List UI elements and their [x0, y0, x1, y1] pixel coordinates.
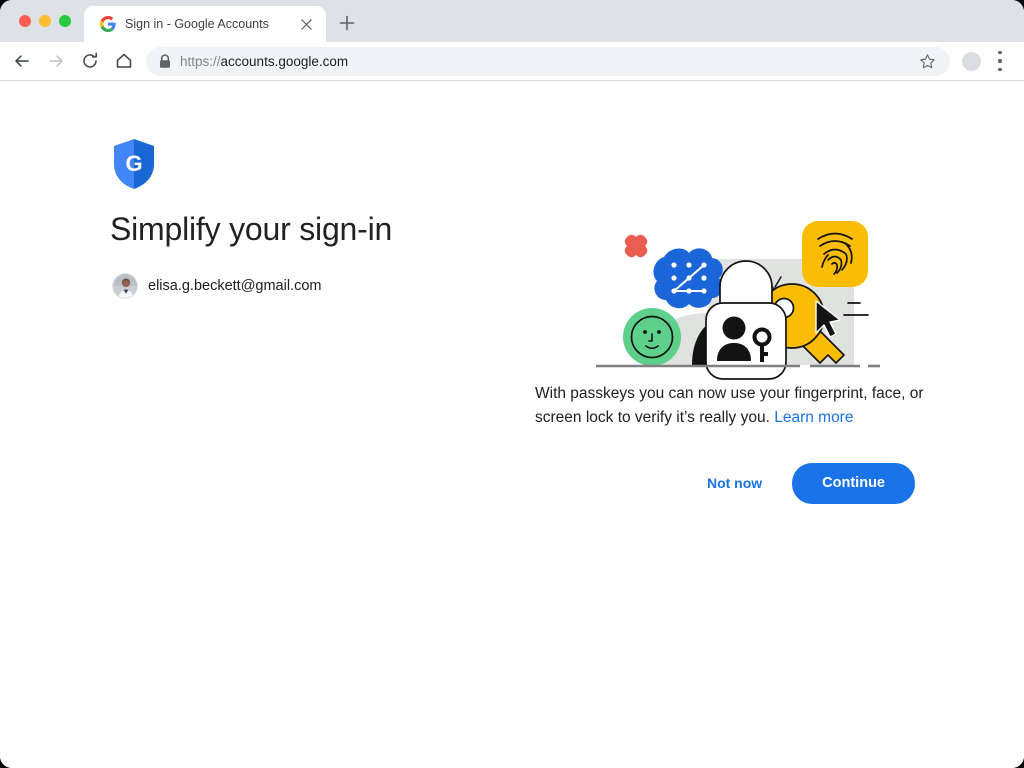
- url-host: accounts.google.com: [221, 54, 349, 69]
- google-g-icon: [100, 16, 116, 32]
- window-controls: [19, 15, 71, 27]
- browser-tab[interactable]: Sign in - Google Accounts: [84, 6, 326, 42]
- three-dots-menu-icon[interactable]: [998, 51, 1002, 71]
- reload-icon[interactable]: [79, 50, 101, 72]
- arrow-right-icon[interactable]: [45, 50, 67, 72]
- account-chip[interactable]: elisa.g.beckett@gmail.com: [112, 273, 321, 299]
- close-icon[interactable]: [299, 17, 314, 32]
- address-bar[interactable]: https://accounts.google.com: [146, 47, 950, 76]
- url-scheme: https://: [180, 54, 221, 69]
- tab-title: Sign in - Google Accounts: [125, 6, 269, 42]
- description-text: With passkeys you can now use your finge…: [535, 385, 924, 426]
- star-icon[interactable]: [919, 53, 936, 70]
- passkeys-description: With passkeys you can now use your finge…: [535, 382, 935, 430]
- window-zoom-button[interactable]: [59, 15, 71, 27]
- svg-text:G: G: [125, 151, 142, 176]
- browser-window: Sign in - Google Accounts: [0, 0, 1024, 768]
- arrow-left-icon[interactable]: [11, 50, 33, 72]
- not-now-button[interactable]: Not now: [699, 465, 770, 501]
- browser-toolbar: https://accounts.google.com: [0, 42, 1024, 81]
- window-minimize-button[interactable]: [39, 15, 51, 27]
- profile-avatar-icon[interactable]: [962, 52, 981, 71]
- continue-button[interactable]: Continue: [792, 463, 915, 504]
- page-title: Simplify your sign-in: [110, 211, 392, 248]
- home-icon[interactable]: [113, 50, 135, 72]
- page-content: G Simplify your sign-in: [0, 81, 1024, 768]
- learn-more-link[interactable]: Learn more: [774, 409, 853, 426]
- window-close-button[interactable]: [19, 15, 31, 27]
- plus-icon[interactable]: [337, 13, 357, 33]
- red-x-mark: [625, 235, 648, 258]
- lock-icon[interactable]: [158, 54, 172, 69]
- google-shield-logo: G: [112, 138, 156, 190]
- green-smiley-face: [623, 308, 681, 366]
- avatar: [112, 273, 138, 299]
- account-email: elisa.g.beckett@gmail.com: [148, 278, 321, 294]
- url-text: https://accounts.google.com: [180, 47, 348, 76]
- tab-strip: Sign in - Google Accounts: [0, 0, 1024, 42]
- orange-fingerprint: [802, 221, 868, 287]
- action-row: Not now Continue: [535, 463, 915, 503]
